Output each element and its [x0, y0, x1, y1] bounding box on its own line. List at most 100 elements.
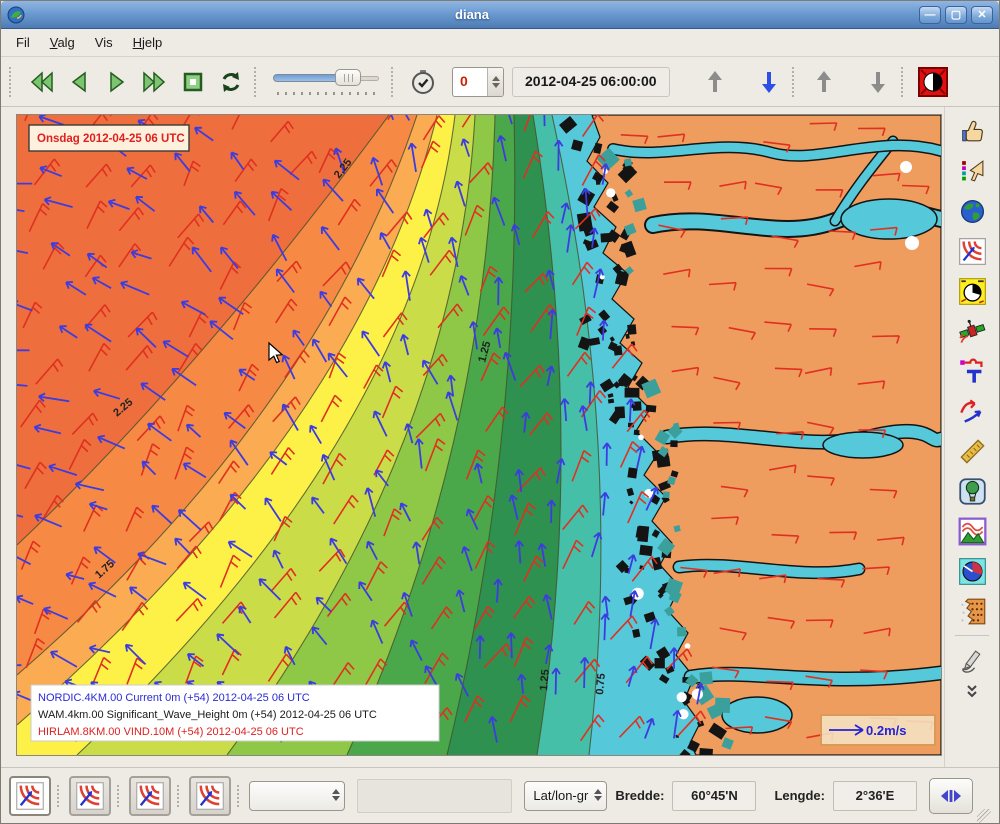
- time-annotation-text: Onsdag 2012-04-25 06 UTC: [37, 133, 185, 145]
- sidebar-button-edit-objects[interactable]: [950, 351, 994, 391]
- map-area-button-4[interactable]: [189, 776, 231, 816]
- loop-button[interactable]: [212, 64, 250, 100]
- legend-line: HIRLAM.8KM.00 VIND.10M (+54) 2012-04-25 …: [38, 726, 304, 738]
- grid-type-combo[interactable]: Lat/lon-gr: [524, 781, 607, 811]
- sidebar-button-vertical-profiles[interactable]: [950, 471, 994, 511]
- scale-annotation: 0.2m/s: [821, 715, 935, 745]
- sidebar-button-trajectories[interactable]: [950, 391, 994, 431]
- level-up-button[interactable]: [805, 64, 843, 100]
- sidebar-more-button[interactable]: [950, 680, 994, 704]
- toolbar-handle[interactable]: [254, 67, 263, 97]
- app-window: diana — ▢ ✕ Fil Valg Vis Hjelp: [0, 0, 1000, 824]
- minimize-button[interactable]: —: [919, 6, 941, 24]
- sidebar-button-wave-spectrum[interactable]: [950, 551, 994, 591]
- sidebar-button-measurements[interactable]: [950, 591, 994, 631]
- timer-toggle-button[interactable]: [914, 64, 952, 100]
- sidebar-button-map[interactable]: [950, 191, 994, 231]
- menu-fil[interactable]: Fil: [7, 31, 39, 54]
- play-button[interactable]: [98, 64, 136, 100]
- time-down-button[interactable]: [750, 64, 788, 100]
- level-down-button[interactable]: [859, 64, 897, 100]
- legend-line: NORDIC.4KM.00 Current 0m (+54) 2012-04-2…: [38, 692, 310, 704]
- window-title: diana: [25, 7, 919, 22]
- toggle-coordinates-button[interactable]: [929, 778, 973, 814]
- map-area-button-1[interactable]: [9, 776, 51, 816]
- sidebar-button-fields[interactable]: [950, 151, 994, 191]
- sidebar-button-edit-drawing[interactable]: [950, 640, 994, 680]
- time-slider[interactable]: [273, 65, 381, 99]
- app-logo-icon: [7, 6, 25, 24]
- menubar: Fil Valg Vis Hjelp: [1, 29, 999, 57]
- step-forward-icon: [140, 70, 170, 94]
- step-forward-button[interactable]: [136, 64, 174, 100]
- sidebar-separator: [955, 635, 989, 636]
- observations-icon: [195, 781, 225, 811]
- map-area-button-3[interactable]: [129, 776, 171, 816]
- swap-arrows-icon: [938, 786, 964, 806]
- sidebar-button-vertical-crossection[interactable]: [950, 511, 994, 551]
- step-back-icon: [66, 70, 92, 94]
- combo-arrows-icon: [332, 787, 340, 805]
- timestep-spinbox[interactable]: 0: [452, 67, 504, 97]
- map-canvas[interactable]: 2.25 2.25 1.75 1.25 1.25 0.75 Onsdag 201…: [16, 114, 942, 756]
- pie-timer-icon: [958, 277, 987, 306]
- globe-icon: [959, 198, 986, 225]
- clock-button[interactable]: [404, 64, 442, 100]
- separator: [177, 785, 183, 807]
- longitude-value: 2°36'E: [833, 781, 917, 811]
- grid-type-value: Lat/lon-gr: [533, 788, 588, 803]
- stop-button[interactable]: [174, 64, 212, 100]
- arrow-down-icon: [868, 69, 888, 95]
- arrow-down-blue-icon: [759, 69, 779, 95]
- play-icon: [104, 70, 130, 94]
- latitude-label: Bredde:: [611, 788, 668, 803]
- separator: [237, 785, 243, 807]
- sidebar-button-satellite[interactable]: [950, 311, 994, 351]
- sidebar-button-measure[interactable]: [950, 431, 994, 471]
- combo-arrows-icon: [594, 787, 602, 805]
- time-up-button[interactable]: [696, 64, 734, 100]
- rewind-button[interactable]: [22, 64, 60, 100]
- field-select-hand-icon: [959, 158, 986, 185]
- pencil-icon: [959, 647, 986, 674]
- titlebar[interactable]: diana — ▢ ✕: [1, 1, 999, 29]
- sidebar-button-timer-product[interactable]: [950, 271, 994, 311]
- maximize-button[interactable]: ▢: [945, 6, 967, 24]
- arrow-up-icon: [705, 69, 725, 95]
- balloon-sounding-icon: [958, 477, 987, 506]
- weather-objects-icon: [958, 357, 987, 386]
- dotted-curtain-icon: [958, 597, 987, 626]
- toolbar-handle[interactable]: [391, 67, 400, 97]
- menu-vis[interactable]: Vis: [86, 31, 122, 54]
- close-button[interactable]: ✕: [971, 6, 993, 24]
- arrow-up-icon: [814, 69, 834, 95]
- sidebar-button-quickmenu[interactable]: [950, 111, 994, 151]
- clock-icon: [410, 69, 436, 95]
- dialog-sidebar: [944, 107, 999, 767]
- resize-grip[interactable]: [977, 809, 991, 823]
- separator: [57, 785, 63, 807]
- stop-icon: [181, 70, 205, 94]
- menu-valg[interactable]: Valg: [41, 31, 84, 54]
- sidebar-button-observations[interactable]: [950, 231, 994, 271]
- loop-icon: [219, 70, 243, 94]
- statusbar-spacer: [357, 779, 512, 813]
- step-back-button[interactable]: [60, 64, 98, 100]
- map-area-button-2[interactable]: [69, 776, 111, 816]
- contour-label: 1.25: [538, 669, 552, 691]
- area-combo[interactable]: [249, 781, 345, 811]
- menu-hjelp[interactable]: Hjelp: [124, 31, 172, 54]
- time-slider-knob[interactable]: [335, 69, 361, 86]
- trajectories-icon: [958, 397, 987, 426]
- spinbox-arrows[interactable]: [487, 68, 503, 96]
- toolbar-handle[interactable]: [9, 67, 18, 97]
- weather-map[interactable]: 2.25 2.25 1.75 1.25 1.25 0.75 Onsdag 201…: [17, 115, 941, 755]
- toolbar-handle[interactable]: [792, 67, 801, 97]
- time-annotation: Onsdag 2012-04-25 06 UTC: [29, 125, 189, 151]
- latitude-value: 60°45'N: [672, 781, 756, 811]
- statusbar: Lat/lon-gr Bredde: 60°45'N Lengde: 2°36'…: [1, 767, 999, 823]
- toolbar-handle[interactable]: [901, 67, 910, 97]
- satellite-icon: [958, 317, 987, 346]
- longitude-label: Lengde:: [770, 788, 829, 803]
- datetime-display: 2012-04-25 06:00:00: [512, 67, 670, 97]
